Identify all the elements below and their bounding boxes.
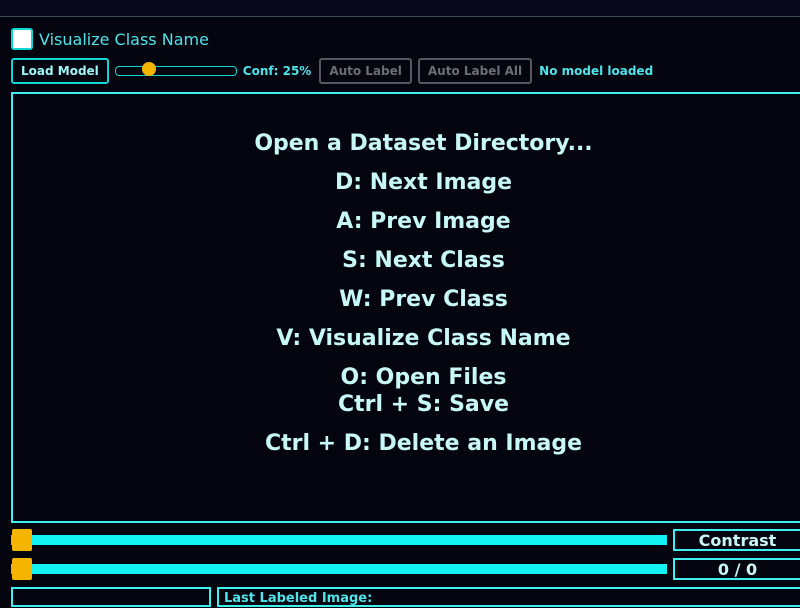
help-line-delete-image: Ctrl + D: Delete an Image xyxy=(264,431,583,456)
help-line-next-image: D: Next Image xyxy=(334,170,513,195)
visualize-class-name-label[interactable]: Visualize Class Name xyxy=(39,30,209,49)
auto-label-button[interactable]: Auto Label xyxy=(319,58,412,84)
help-line-open-dataset: Open a Dataset Directory... xyxy=(254,131,593,156)
visualize-class-name-option[interactable]: Visualize Class Name xyxy=(11,28,209,50)
class-list-panel[interactable] xyxy=(11,587,211,607)
help-line-next-class: S: Next Class xyxy=(342,248,505,273)
auto-label-all-button[interactable]: Auto Label All xyxy=(417,58,533,84)
confidence-slider[interactable] xyxy=(114,62,237,76)
help-line-save: Ctrl + S: Save xyxy=(337,392,510,417)
help-line-open-files: O: Open Files xyxy=(340,365,507,390)
shortcut-help: Open a Dataset Directory... D: Next Imag… xyxy=(13,130,800,469)
last-labeled-label: Last Labeled Image: xyxy=(224,591,373,606)
image-position-slider-handle[interactable] xyxy=(12,558,32,580)
model-status: No model loaded xyxy=(539,64,654,78)
help-line-prev-image: A: Prev Image xyxy=(336,209,511,234)
confidence-label: Conf: 25% xyxy=(242,64,312,78)
contrast-label: Contrast xyxy=(673,529,800,551)
image-counter: 0 / 0 xyxy=(673,558,800,580)
model-toolbar: Load Model Conf: 25% Auto Label Auto Lab… xyxy=(11,58,653,84)
confidence-slider-handle[interactable] xyxy=(141,62,156,76)
image-canvas[interactable]: Open a Dataset Directory... D: Next Imag… xyxy=(11,92,800,523)
contrast-slider[interactable] xyxy=(11,529,667,551)
title-bar xyxy=(0,0,800,17)
contrast-slider-handle[interactable] xyxy=(12,529,32,551)
load-model-button[interactable]: Load Model xyxy=(11,58,109,84)
help-line-prev-class: W: Prev Class xyxy=(339,287,508,312)
visualize-class-name-checkbox[interactable] xyxy=(11,28,33,50)
image-position-slider-track[interactable] xyxy=(11,564,667,574)
contrast-slider-track[interactable] xyxy=(11,535,667,545)
image-position-slider[interactable] xyxy=(11,558,667,580)
last-labeled-panel: Last Labeled Image: xyxy=(217,587,800,607)
help-line-visualize-class: V: Visualize Class Name xyxy=(276,326,571,351)
